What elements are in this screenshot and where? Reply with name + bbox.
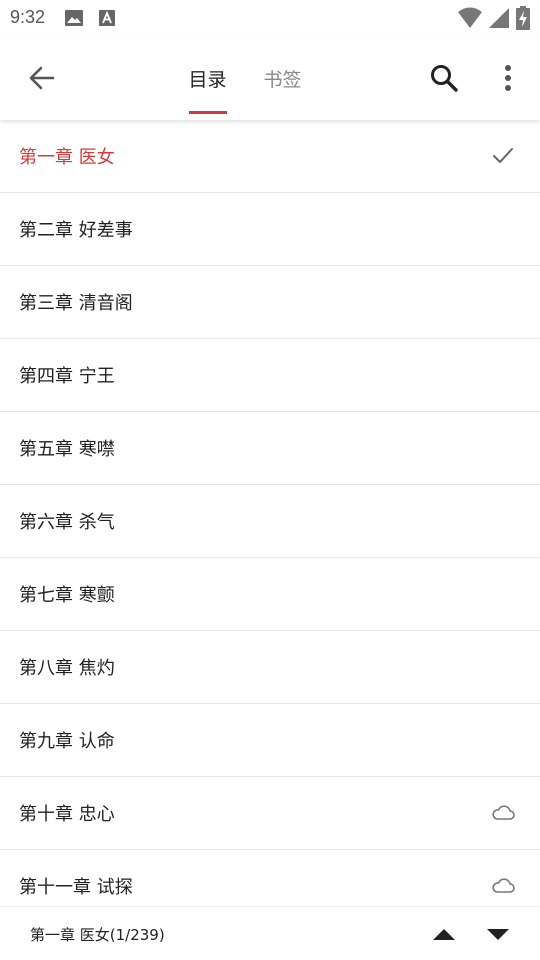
chapter-title: 第六章 杀气: [19, 512, 115, 533]
chapter-title: 第十章 忠心: [19, 804, 115, 825]
search-button[interactable]: [424, 58, 464, 98]
chapter-title: 第一章 医女: [19, 147, 115, 168]
scroll-down-button[interactable]: [482, 919, 514, 949]
chapter-item[interactable]: 第十章 忠心: [0, 777, 540, 850]
chapter-toc-screen: 9:32 目录 书签 第一章 医女 第二章 好差事 第三章 清音阁 第四章 宁王…: [0, 0, 540, 960]
tab-toc-label: 目录: [188, 68, 227, 91]
chapter-title: 第四章 宁王: [19, 366, 115, 387]
status-system-icons: [458, 6, 530, 34]
tab-bookmarks[interactable]: 书签: [245, 36, 320, 120]
chapter-item[interactable]: 第七章 寒颤: [0, 558, 540, 631]
chapter-item[interactable]: 第八章 焦灼: [0, 631, 540, 704]
status-bar: 9:32: [0, 0, 540, 36]
chapter-item[interactable]: 第五章 寒噤: [0, 412, 540, 485]
image-icon: [64, 9, 84, 31]
app-bar: 目录 书签: [0, 36, 540, 120]
triangle-up-icon: [433, 929, 455, 940]
chapter-list: 第一章 医女 第二章 好差事 第三章 清音阁 第四章 宁王 第五章 寒噤 第六章 杀气 第七…: [0, 120, 540, 906]
battery-charging-icon: [516, 6, 530, 34]
wifi-icon: [458, 7, 482, 33]
signal-icon: [488, 7, 510, 33]
chapter-item[interactable]: 第二章 好差事: [0, 193, 540, 266]
search-icon: [431, 65, 458, 92]
check-icon: [493, 148, 513, 163]
chapter-title: 第七章 寒颤: [19, 585, 115, 606]
chapter-title: 第五章 寒噤: [19, 439, 115, 460]
more-vertical-icon: [505, 65, 511, 91]
bottom-bar: 第一章 医女(1/239): [0, 906, 540, 960]
tab-active-indicator: [189, 111, 227, 114]
chapter-item[interactable]: 第六章 杀气: [0, 485, 540, 558]
chapter-item[interactable]: 第九章 认命: [0, 704, 540, 777]
chapter-item[interactable]: 第十一章 试探: [0, 850, 540, 906]
chapter-title: 第三章 清音阁: [19, 293, 133, 314]
chapter-item[interactable]: 第四章 宁王: [0, 339, 540, 412]
current-chapter-label: 第一章 医女(1/239): [30, 926, 165, 944]
cloud-icon: [492, 805, 515, 820]
back-button[interactable]: [22, 58, 62, 98]
status-notification-icons: [64, 9, 116, 31]
tab-bookmarks-label: 书签: [263, 68, 302, 91]
chapter-title: 第十一章 试探: [19, 877, 133, 898]
more-options-button[interactable]: [488, 58, 528, 98]
status-time: 9:32: [10, 7, 46, 27]
chapter-title: 第八章 焦灼: [19, 658, 115, 679]
chapter-item[interactable]: 第三章 清音阁: [0, 266, 540, 339]
font-a-icon: [98, 9, 116, 31]
scroll-up-button[interactable]: [428, 919, 460, 949]
chapter-title: 第二章 好差事: [19, 220, 133, 241]
triangle-down-icon: [487, 929, 509, 940]
tab-bar: 目录 书签: [170, 36, 320, 120]
tab-toc[interactable]: 目录: [170, 36, 245, 120]
chapter-item[interactable]: 第一章 医女: [0, 120, 540, 193]
cloud-icon: [492, 878, 515, 893]
arrow-left-icon: [29, 66, 55, 90]
chapter-title: 第九章 认命: [19, 731, 115, 752]
